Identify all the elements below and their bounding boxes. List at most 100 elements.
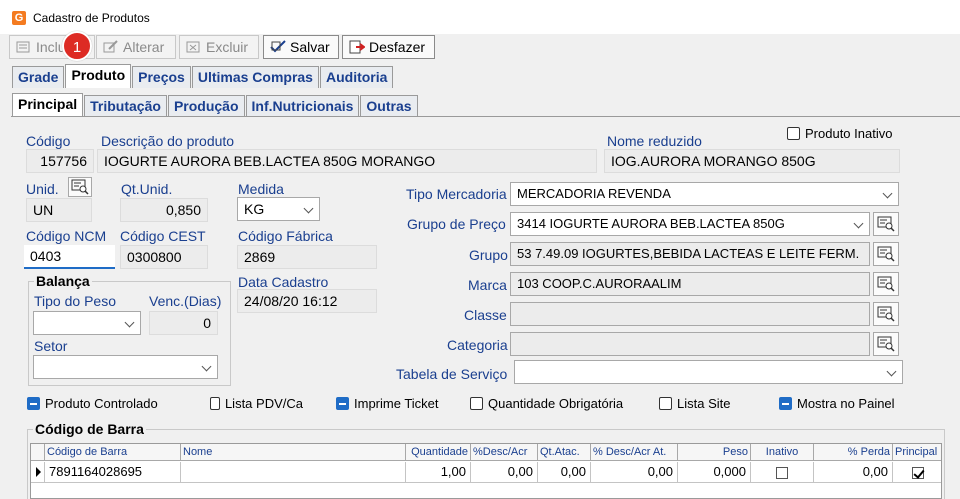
tipo-mercadoria-select[interactable]: MERCADORIA REVENDA [510, 182, 899, 206]
grupo-field[interactable]: 53 7.49.09 IOGURTES,BEBIDA LACTEAS E LEI… [510, 242, 870, 266]
cell-inativo[interactable] [751, 462, 814, 483]
grid-header-codigo[interactable]: Código de Barra [45, 444, 181, 461]
mostra-painel-label: Mostra no Painel [797, 396, 895, 411]
imprime-ticket-checkbox[interactable]: Imprime Ticket [336, 396, 439, 411]
ncm-field[interactable]: 0403 [24, 245, 115, 269]
lista-pdv-box[interactable] [210, 397, 220, 410]
categoria-field[interactable] [510, 332, 870, 356]
desfazer-button[interactable]: Desfazer [342, 35, 435, 59]
grupo-preco-select[interactable]: 3414 IOGURTE AURORA BEB.LACTEA 850G [510, 212, 870, 236]
cell-quantidade[interactable]: 1,00 [406, 462, 471, 483]
produto-controlado-box[interactable] [27, 397, 40, 410]
grid-header-desc-acr-at[interactable]: % Desc/Acr At. [591, 444, 678, 461]
medida-label: Medida [238, 181, 284, 197]
lista-pdv-checkbox[interactable]: Lista PDV/Ca [210, 396, 303, 411]
imprime-ticket-box[interactable] [336, 397, 349, 410]
principal-checkbox[interactable] [911, 466, 924, 479]
categoria-lookup-button[interactable] [873, 332, 899, 356]
grid-header-desc-acr[interactable]: %Desc/Acr [471, 444, 538, 461]
lista-site-box[interactable] [659, 397, 672, 410]
medida-select[interactable]: KG [237, 197, 320, 221]
cest-field[interactable]: 0300800 [120, 245, 208, 269]
cest-label: Código CEST [120, 228, 206, 244]
venc-field[interactable]: 0 [149, 311, 218, 335]
fabrica-field[interactable]: 2869 [237, 245, 377, 269]
grupo-preco-lookup-button[interactable] [873, 212, 899, 236]
produto-inativo-checkbox[interactable]: Produto Inativo [787, 126, 892, 141]
tab-inf-nutricionais[interactable]: Inf.Nutricionais [245, 95, 360, 117]
qtd-obrigatoria-checkbox[interactable]: Quantidade Obrigatória [470, 396, 623, 411]
marca-field[interactable]: 103 COOP.C.AURORAALIM [510, 272, 870, 296]
unid-label: Unid. [26, 181, 59, 197]
tab-tributacao[interactable]: Tributação [84, 95, 167, 117]
tab-precos[interactable]: Preços [132, 66, 191, 88]
grupo-lookup-button[interactable] [873, 242, 899, 266]
grupo-label: Grupo [469, 247, 508, 263]
salvar-button[interactable]: Salvar [263, 35, 339, 59]
codigo-label: Código [26, 133, 71, 149]
grid-header-inativo[interactable]: Inativo [751, 444, 814, 461]
qt-unid-field[interactable]: 0,850 [120, 198, 208, 222]
alterar-button[interactable]: Alterar [96, 35, 176, 59]
tipo-mercadoria-label: Tipo Mercadoria [406, 186, 507, 202]
grid-header-peso[interactable]: Peso [678, 444, 751, 461]
row-indicator-icon [31, 462, 45, 483]
nome-reduzido-field[interactable]: IOG.AURORA MORANGO 850G [604, 149, 900, 173]
lista-site-checkbox[interactable]: Lista Site [659, 396, 730, 411]
grid-header-quantidade[interactable]: Quantidade [406, 444, 471, 461]
setor-select[interactable] [33, 355, 218, 379]
undo-icon [349, 40, 365, 54]
codigo-barra-grid[interactable]: Código de Barra Nome Quantidade %Desc/Ac… [30, 443, 942, 499]
tab-principal[interactable]: Principal [12, 93, 84, 117]
cell-desc-acr[interactable]: 0,00 [471, 462, 538, 483]
classe-field[interactable] [510, 302, 870, 326]
cell-peso[interactable]: 0,000 [678, 462, 751, 483]
grid-header-perda[interactable]: % Perda [814, 444, 893, 461]
tab-producao[interactable]: Produção [167, 95, 245, 117]
unid-lookup-button[interactable] [68, 177, 92, 197]
codigo-field[interactable]: 157756 [26, 149, 94, 173]
marca-label: Marca [468, 277, 507, 293]
grid-header-qt-atac[interactable]: Qt.Atac. [538, 444, 591, 461]
cell-perda[interactable]: 0,00 [814, 462, 893, 483]
excluir-button[interactable]: Excluir [179, 35, 259, 59]
inativo-checkbox[interactable] [776, 466, 788, 479]
cell-codigo[interactable]: 7891164028695 [45, 462, 181, 483]
grid-header-nome[interactable]: Nome [181, 444, 406, 461]
tab-outras[interactable]: Outras [360, 95, 418, 117]
lookup-icon [877, 216, 895, 232]
classe-lookup-button[interactable] [873, 302, 899, 326]
cell-qt-atac[interactable]: 0,00 [538, 462, 591, 483]
data-cadastro-label: Data Cadastro [238, 274, 329, 290]
imprime-ticket-label: Imprime Ticket [354, 396, 439, 411]
tabela-servico-label: Tabela de Serviço [396, 366, 508, 382]
produto-inativo-box[interactable] [787, 127, 800, 140]
tab-produto[interactable]: Produto [65, 64, 132, 88]
balanca-title: Balança [34, 273, 92, 289]
grid-indicator-header [31, 444, 45, 461]
grid-header-principal[interactable]: Principal [893, 444, 941, 461]
toolbar: Incluir Alterar Excluir Salvar Desfazer [0, 34, 960, 62]
tab-ultimas-compras[interactable]: Ultimas Compras [191, 66, 319, 88]
tabela-servico-select[interactable] [514, 360, 903, 384]
classe-label: Classe [464, 307, 507, 323]
marca-lookup-button[interactable] [873, 272, 899, 296]
cell-nome[interactable] [181, 462, 406, 483]
produto-controlado-label: Produto Controlado [45, 396, 158, 411]
produto-inativo-label: Produto Inativo [805, 126, 893, 141]
cell-principal[interactable] [893, 462, 941, 483]
unid-field[interactable]: UN [26, 198, 92, 222]
mostra-painel-checkbox[interactable]: Mostra no Painel [779, 396, 895, 411]
categoria-label: Categoria [447, 337, 508, 353]
tab-auditoria[interactable]: Auditoria [319, 66, 394, 88]
produto-controlado-checkbox[interactable]: Produto Controlado [27, 396, 158, 411]
tab-grade[interactable]: Grade [12, 66, 65, 88]
window-title: Cadastro de Produtos [33, 11, 150, 25]
qtd-obrigatoria-box[interactable] [470, 397, 483, 410]
cell-desc-acr-at[interactable]: 0,00 [591, 462, 678, 483]
main-tabs: Grade Produto Preços Ultimas Compras Aud… [12, 64, 394, 88]
save-check-icon [270, 40, 286, 53]
mostra-painel-box[interactable] [779, 397, 792, 410]
tipo-peso-select[interactable] [33, 311, 141, 335]
descricao-field[interactable]: IOGURTE AURORA BEB.LACTEA 850G MORANGO [97, 149, 597, 173]
